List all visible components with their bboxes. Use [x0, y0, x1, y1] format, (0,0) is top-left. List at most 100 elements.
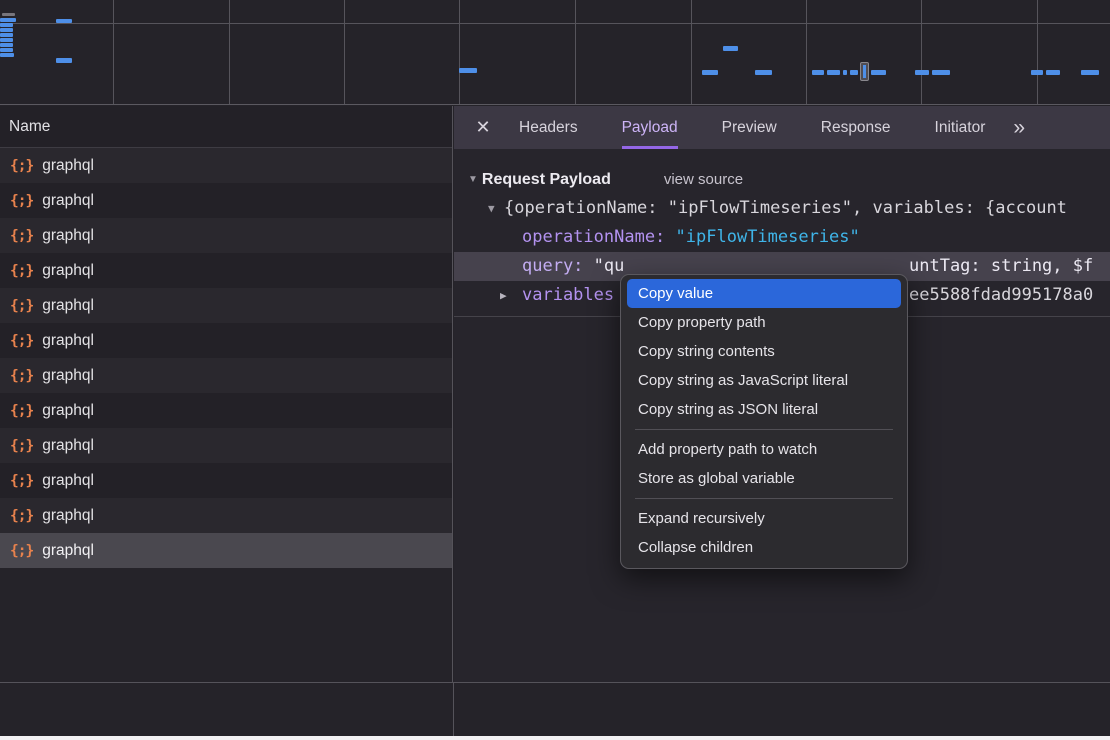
tab-preview[interactable]: Preview	[722, 106, 777, 149]
overview-request-bar	[932, 70, 950, 75]
request-row[interactable]: {;} graphql	[0, 428, 452, 463]
property-key: variables	[522, 285, 614, 305]
request-row[interactable]: {;} graphql	[0, 323, 452, 358]
context-menu: Copy valueCopy property pathCopy string …	[620, 274, 908, 569]
request-name: graphql	[42, 332, 94, 350]
context-menu-item[interactable]: Copy string contents	[627, 337, 901, 366]
pane-divider[interactable]	[453, 683, 454, 736]
request-row[interactable]: {;} graphql	[0, 358, 452, 393]
request-payload-header: ▼ Request Payload view source	[454, 165, 1110, 194]
overview-gridline	[921, 0, 922, 105]
overview-gridline	[344, 0, 345, 105]
overview-request-bar	[723, 46, 738, 51]
overview-request-bar	[0, 43, 13, 47]
request-row[interactable]: {;} graphql	[0, 253, 452, 288]
collapse-triangle-icon[interactable]: ▼	[468, 174, 478, 185]
request-name: graphql	[42, 437, 94, 455]
json-fetch-icon: {;}	[10, 158, 33, 174]
overview-gridline	[113, 0, 114, 105]
view-source-link[interactable]: view source	[664, 171, 743, 188]
close-icon[interactable]: ✕	[471, 117, 495, 138]
context-menu-separator	[635, 498, 893, 499]
request-row[interactable]: {;} graphql	[0, 463, 452, 498]
json-fetch-icon: {;}	[10, 403, 33, 419]
tab-payload[interactable]: Payload	[622, 106, 678, 149]
overview-request-bar	[702, 70, 718, 75]
json-fetch-icon: {;}	[10, 333, 33, 349]
context-menu-item[interactable]: Copy property path	[627, 308, 901, 337]
request-row[interactable]: {;} graphql	[0, 148, 452, 183]
overview-request-bar	[459, 68, 477, 73]
tab-response[interactable]: Response	[821, 106, 891, 149]
overview-gridline	[459, 0, 460, 105]
property-value-end: untTag: string, $f	[909, 252, 1093, 281]
json-fetch-icon: {;}	[10, 298, 33, 314]
column-header-name[interactable]: Name	[0, 106, 452, 148]
overview-request-bar	[755, 70, 772, 75]
overview-request-bar	[0, 33, 13, 37]
json-fetch-icon: {;}	[10, 438, 33, 454]
details-tabbar: ✕ Headers Payload Preview Response Initiator…	[454, 106, 1110, 149]
overview-request-bar	[871, 70, 886, 75]
overview-request-bar	[0, 38, 13, 42]
property-value: "ipFlowTimeseries"	[676, 227, 860, 247]
overview-request-bar	[0, 23, 13, 27]
requests-pane: Name {;} graphql {;} graphql {;} graphql…	[0, 106, 453, 682]
context-menu-item[interactable]: Copy string as JavaScript literal	[627, 366, 901, 395]
context-menu-item[interactable]: Collapse children	[627, 533, 901, 562]
more-tabs-icon[interactable]: »	[1013, 117, 1025, 138]
request-name: graphql	[42, 192, 94, 210]
request-name: graphql	[42, 262, 94, 280]
network-overview-timeline[interactable]	[0, 0, 1110, 105]
request-row[interactable]: {;} graphql	[0, 393, 452, 428]
request-name: graphql	[42, 507, 94, 525]
request-name: graphql	[42, 367, 94, 385]
overview-request-bar	[56, 19, 72, 23]
context-menu-item[interactable]: Expand recursively	[627, 504, 901, 533]
overview-request-bar	[1046, 70, 1060, 75]
request-name: graphql	[42, 297, 94, 315]
tree-row-operation-name[interactable]: operationName: "ipFlowTimeseries"	[454, 223, 1110, 252]
request-name: graphql	[42, 402, 94, 420]
json-fetch-icon: {;}	[10, 543, 33, 559]
overview-request-bar	[812, 70, 824, 75]
overview-request-bar	[827, 70, 840, 75]
request-name: graphql	[42, 157, 94, 175]
request-name: graphql	[42, 542, 94, 560]
json-fetch-icon: {;}	[10, 193, 33, 209]
json-fetch-icon: {;}	[10, 508, 33, 524]
overview-request-bar	[56, 58, 72, 63]
request-name: graphql	[42, 472, 94, 490]
tab-headers[interactable]: Headers	[519, 106, 578, 149]
status-bar	[0, 682, 1110, 736]
tree-row-root[interactable]: ▼ {operationName: "ipFlowTimeseries", va…	[454, 194, 1110, 223]
overview-request-bar	[0, 18, 16, 22]
overview-gridline	[1037, 0, 1038, 105]
overview-request-bar	[0, 48, 13, 52]
request-row[interactable]: {;} graphql	[0, 533, 452, 568]
property-key: operationName:	[522, 227, 676, 247]
context-menu-item[interactable]: Store as global variable	[627, 464, 901, 493]
json-fetch-icon: {;}	[10, 473, 33, 489]
property-preview-end: ee5588fdad995178a0	[909, 281, 1093, 310]
overview-selected-marker	[860, 62, 869, 81]
request-name: graphql	[42, 227, 94, 245]
overview-request-bar	[1081, 70, 1099, 75]
property-value-start: "qu	[594, 256, 625, 276]
context-menu-item[interactable]: Add property path to watch	[627, 435, 901, 464]
request-row[interactable]: {;} graphql	[0, 498, 452, 533]
overview-midline	[0, 23, 1110, 24]
devtools-window: Name {;} graphql {;} graphql {;} graphql…	[0, 0, 1110, 740]
root-object-preview: {operationName: "ipFlowTimeseries", vari…	[504, 194, 1067, 223]
expand-triangle-icon[interactable]: ▶	[500, 281, 507, 310]
context-menu-item[interactable]: Copy string as JSON literal	[627, 395, 901, 424]
request-row[interactable]: {;} graphql	[0, 288, 452, 323]
json-fetch-icon: {;}	[10, 263, 33, 279]
context-menu-item[interactable]: Copy value	[627, 279, 901, 308]
expand-triangle-icon[interactable]: ▼	[488, 194, 495, 223]
json-fetch-icon: {;}	[10, 368, 33, 384]
overview-request-bar	[850, 70, 858, 75]
tab-initiator[interactable]: Initiator	[935, 106, 986, 149]
request-row[interactable]: {;} graphql	[0, 218, 452, 253]
request-row[interactable]: {;} graphql	[0, 183, 452, 218]
